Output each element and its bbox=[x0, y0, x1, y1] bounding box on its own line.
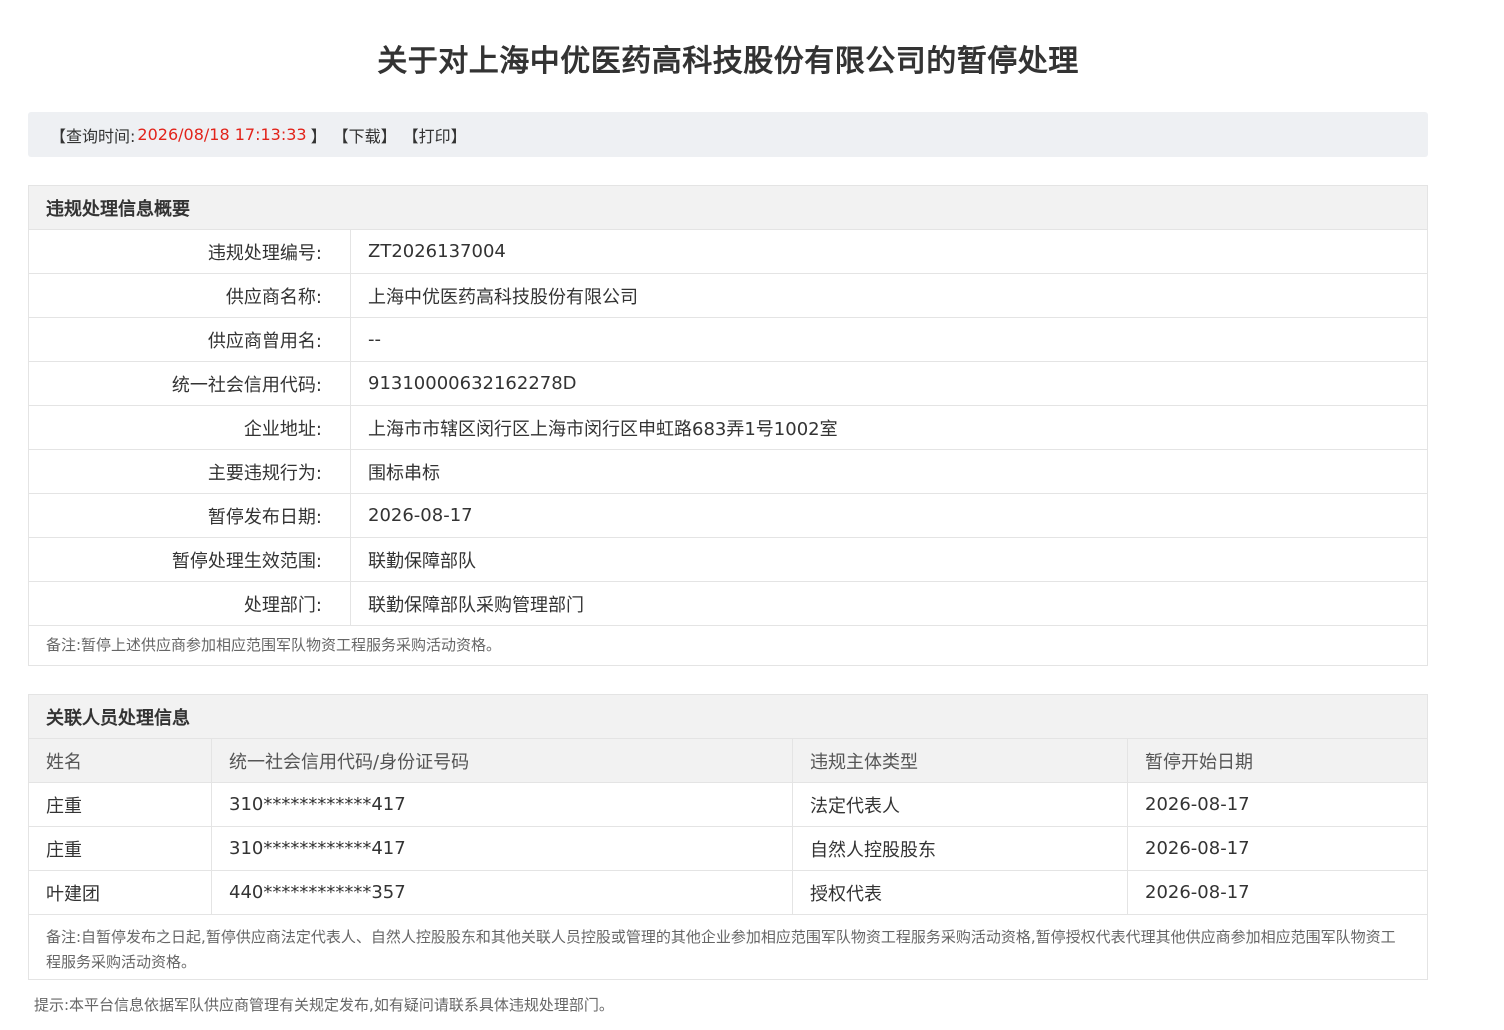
summary-row-label: 主要违规行为: bbox=[29, 450, 351, 493]
summary-row: 统一社会信用代码: 91310000632162278D bbox=[29, 362, 1427, 406]
cell-date: 2026-08-17 bbox=[1145, 882, 1250, 903]
summary-row-value: 上海中优医药高科技股份有限公司 bbox=[368, 286, 638, 308]
cell-type: 自然人控股股东 bbox=[793, 827, 1128, 870]
summary-row: 供应商名称: 上海中优医药高科技股份有限公司 bbox=[29, 274, 1427, 318]
query-time-value: 2026/08/18 17:13:33 bbox=[137, 125, 307, 144]
table-row: 庄重 310************417 自然人控股股东 2026-08-17 bbox=[29, 827, 1427, 871]
summary-row-value: 联勤保障部队采购管理部门 bbox=[368, 594, 584, 616]
summary-row-label: 统一社会信用代码: bbox=[29, 362, 351, 405]
query-time-label: 【查询时间: bbox=[50, 126, 136, 146]
page-title: 关于对上海中优医药高科技股份有限公司的暂停处理 bbox=[377, 44, 1079, 79]
cell-id: 440************357 bbox=[212, 871, 793, 914]
summary-row-label: 处理部门: bbox=[29, 582, 351, 625]
summary-row-value: 联勤保障部队 bbox=[368, 550, 476, 572]
summary-row: 企业地址: 上海市市辖区闵行区上海市闵行区申虹路683弄1号1002室 bbox=[29, 406, 1427, 450]
cell-id: 310************417 bbox=[212, 783, 793, 826]
footer-tip: 提示:本平台信息依据军队供应商管理有关规定发布,如有疑问请联系具体违规处理部门。 bbox=[34, 996, 614, 1014]
summary-row: 暂停处理生效范围: 联勤保障部队 bbox=[29, 538, 1427, 582]
download-link[interactable]: 【下载】 bbox=[333, 123, 397, 147]
summary-rows: 违规处理编号: ZT2026137004 供应商名称: 上海中优医药高科技股份有限公司… bbox=[29, 230, 1427, 626]
table-row: 庄重 310************417 法定代表人 2026-08-17 bbox=[29, 783, 1427, 827]
summary-row-label: 违规处理编号: bbox=[29, 230, 351, 273]
summary-row-value: 上海市市辖区闵行区上海市闵行区申虹路683弄1号1002室 bbox=[368, 418, 838, 440]
summary-note: 备注:暂停上述供应商参加相应范围军队物资工程服务采购活动资格。 bbox=[46, 636, 502, 654]
summary-row: 供应商曾用名: -- bbox=[29, 318, 1427, 362]
cell-name: 庄重 bbox=[29, 783, 212, 826]
cell-date: 2026-08-17 bbox=[1145, 838, 1250, 859]
summary-row: 处理部门: 联勤保障部队采购管理部门 bbox=[29, 582, 1427, 626]
related-header: 关联人员处理信息 bbox=[29, 695, 1427, 739]
query-bar: 【查询时间: 2026/08/18 17:13:33 】 【下载】 【打印】 bbox=[28, 112, 1428, 157]
related-section: 关联人员处理信息 姓名 统一社会信用代码/身份证号码 违规主体类型 暂停开始日期… bbox=[28, 694, 1428, 980]
table-row: 叶建团 440************357 授权代表 2026-08-17 bbox=[29, 871, 1427, 915]
summary-row-label: 供应商名称: bbox=[29, 274, 351, 317]
cell-type: 授权代表 bbox=[793, 871, 1128, 914]
related-rows: 庄重 310************417 法定代表人 2026-08-17 庄重 310… bbox=[29, 783, 1427, 915]
cell-id: 310************417 bbox=[212, 827, 793, 870]
related-table-header: 姓名 统一社会信用代码/身份证号码 违规主体类型 暂停开始日期 bbox=[29, 739, 1427, 783]
related-note: 备注:自暂停发布之日起,暂停供应商法定代表人、自然人控股股东和其他关联人员控股或… bbox=[46, 928, 1396, 971]
summary-row-label: 暂停处理生效范围: bbox=[29, 538, 351, 581]
cell-type: 法定代表人 bbox=[793, 783, 1128, 826]
column-header-date: 暂停开始日期 bbox=[1145, 751, 1253, 773]
print-link[interactable]: 【打印】 bbox=[403, 123, 467, 147]
summary-row-value: -- bbox=[368, 329, 381, 350]
summary-row-value: 2026-08-17 bbox=[368, 505, 473, 526]
query-time-close: 】 bbox=[310, 126, 327, 146]
summary-row-value: 91310000632162278D bbox=[368, 373, 577, 394]
summary-row-value: 围标串标 bbox=[368, 462, 440, 484]
cell-date: 2026-08-17 bbox=[1145, 794, 1250, 815]
summary-row: 违规处理编号: ZT2026137004 bbox=[29, 230, 1427, 274]
summary-row-label: 企业地址: bbox=[29, 406, 351, 449]
column-header-id: 统一社会信用代码/身份证号码 bbox=[212, 739, 793, 782]
cell-name: 叶建团 bbox=[29, 871, 212, 914]
cell-name: 庄重 bbox=[29, 827, 212, 870]
summary-row: 主要违规行为: 围标串标 bbox=[29, 450, 1427, 494]
column-header-name: 姓名 bbox=[29, 739, 212, 782]
summary-section: 违规处理信息概要 违规处理编号: ZT2026137004 供应商名称: 上海中优医药… bbox=[28, 185, 1428, 666]
summary-row-label: 暂停发布日期: bbox=[29, 494, 351, 537]
summary-row-label: 供应商曾用名: bbox=[29, 318, 351, 361]
column-header-type: 违规主体类型 bbox=[793, 739, 1128, 782]
summary-row: 暂停发布日期: 2026-08-17 bbox=[29, 494, 1427, 538]
summary-row-value: ZT2026137004 bbox=[368, 241, 506, 262]
summary-header: 违规处理信息概要 bbox=[29, 186, 1427, 230]
